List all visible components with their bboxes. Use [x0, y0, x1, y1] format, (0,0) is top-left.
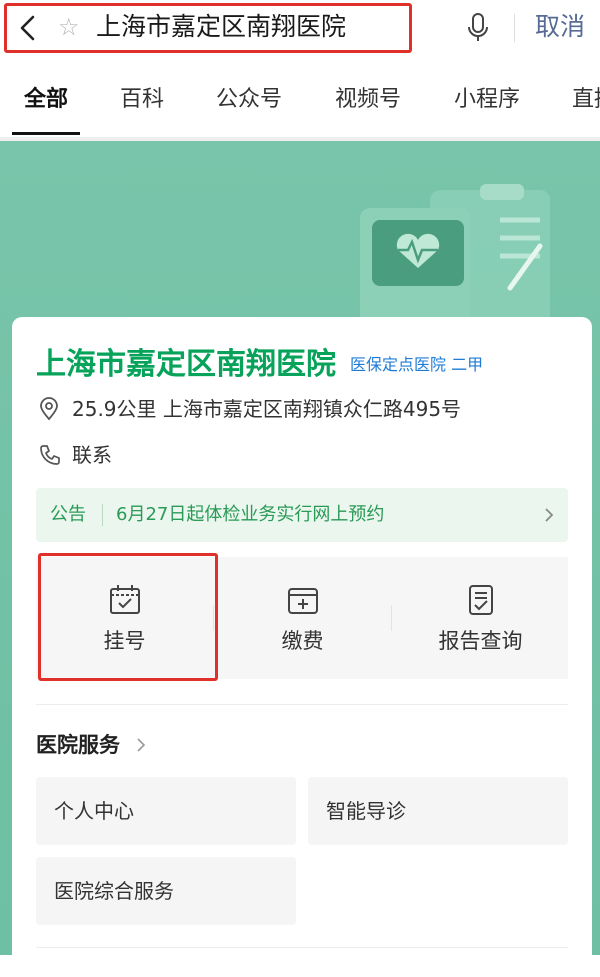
service-label: 个人中心: [54, 799, 134, 823]
divider: [36, 704, 568, 705]
active-tab-indicator: [12, 132, 80, 135]
report-query-button[interactable]: 报告查询: [392, 557, 569, 679]
chevron-right-icon: [137, 738, 146, 752]
tab-all[interactable]: 全部: [24, 86, 68, 114]
cancel-button[interactable]: 取消: [535, 10, 585, 44]
hospital-name[interactable]: 上海市嘉定区南翔医院: [36, 345, 336, 385]
notice-banner[interactable]: 公告 6月27日起体检业务实行网上预约: [36, 488, 568, 542]
notice-text: 6月27日起体检业务实行网上预约: [116, 504, 385, 525]
tab-live[interactable]: 直播: [572, 86, 600, 114]
location-pin-icon: [40, 397, 58, 421]
hospital-services-title[interactable]: 医院服务: [36, 730, 120, 760]
payment-label: 缴费: [281, 629, 324, 653]
register-highlight-box: [38, 553, 218, 681]
contact-link[interactable]: 联系: [72, 441, 112, 469]
service-label: 智能导诊: [326, 799, 406, 823]
hospital-address[interactable]: 25.9公里 上海市嘉定区南翔镇众仁路495号: [72, 395, 461, 423]
service-label: 医院综合服务: [54, 879, 174, 903]
divider: [102, 504, 103, 526]
tab-channels[interactable]: 视频号: [335, 86, 401, 114]
service-smart-triage[interactable]: 智能导诊: [308, 777, 568, 845]
service-personal-center[interactable]: 个人中心: [36, 777, 296, 845]
report-icon: [469, 585, 493, 615]
microphone-icon[interactable]: [466, 12, 490, 44]
search-highlight-box: [4, 3, 412, 53]
notice-label: 公告: [50, 504, 86, 525]
divider: [514, 14, 515, 42]
tab-official-accounts[interactable]: 公众号: [216, 86, 282, 114]
chevron-right-icon: [545, 508, 554, 522]
tab-encyclopedia[interactable]: 百科: [120, 86, 164, 114]
tab-mini-programs[interactable]: 小程序: [454, 86, 520, 114]
report-query-label: 报告查询: [438, 629, 523, 653]
payment-button[interactable]: 缴费: [214, 557, 391, 679]
phone-icon: [40, 445, 60, 465]
medical-clipboard-illustration: [360, 184, 550, 330]
divider: [36, 947, 568, 948]
wallet-icon: [288, 588, 318, 614]
service-general[interactable]: 医院综合服务: [36, 857, 296, 925]
hospital-tag: 医保定点医院 二甲: [350, 355, 484, 374]
category-tabs: 全部 百科 公众号 视频号 小程序 直播: [0, 62, 600, 138]
